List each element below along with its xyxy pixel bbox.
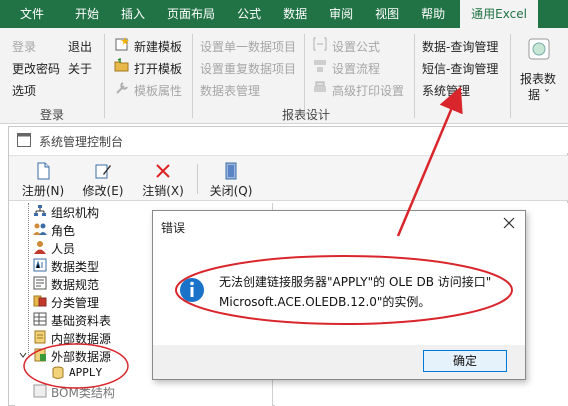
tab-home[interactable]: 开始 bbox=[64, 0, 110, 28]
ribbon-panel: 登录 退出 更改密码 关于 选项 登录 新建模板 打开模板 模板属性 设置单一数… bbox=[0, 28, 568, 124]
category-icon bbox=[33, 295, 47, 307]
modify-button[interactable]: 修改(E) bbox=[79, 160, 127, 200]
open-folder-icon bbox=[114, 58, 129, 72]
template-properties-button[interactable]: 模板属性 bbox=[134, 82, 182, 99]
close-label: 关闭(Q) bbox=[209, 184, 253, 198]
tree-item-label: 分类管理 bbox=[51, 296, 100, 310]
error-dialog: 错误 无法创建链接服务器"APPLY"的 OLE DB 访问接口" Micros… bbox=[152, 210, 526, 380]
modify-label: 修改(E) bbox=[82, 184, 124, 198]
group-separator bbox=[414, 34, 415, 118]
report-data-icon bbox=[528, 38, 550, 60]
tree-item-label: 角色 bbox=[51, 224, 76, 238]
dialog-title: 错误 bbox=[161, 221, 186, 235]
tree-item-label: 内部数据源 bbox=[51, 332, 112, 346]
error-message-line1: 无法创建链接服务器"APPLY"的 OLE DB 访问接口" bbox=[219, 275, 492, 289]
info-icon bbox=[180, 278, 204, 302]
login-button[interactable]: 登录 bbox=[12, 38, 36, 55]
options-button[interactable]: 选项 bbox=[12, 82, 36, 99]
window-icon bbox=[17, 133, 31, 147]
edit-icon bbox=[95, 164, 111, 179]
data-query-management-button[interactable]: 数据-查询管理 bbox=[422, 38, 498, 55]
external-database-icon bbox=[34, 348, 46, 362]
about-button[interactable]: 关于 bbox=[68, 60, 92, 77]
data-spec-icon bbox=[33, 276, 47, 290]
tree-item-label: 数据类型 bbox=[51, 260, 100, 274]
print-icon bbox=[314, 81, 326, 92]
wrench-icon bbox=[116, 82, 128, 94]
console-titlebar: 系统管理控制台 bbox=[9, 127, 568, 153]
change-password-button[interactable]: 更改密码 bbox=[12, 60, 60, 77]
database-icon bbox=[34, 330, 46, 344]
logout-button[interactable]: 退出 bbox=[68, 38, 92, 55]
delete-x-icon bbox=[156, 164, 170, 178]
system-management-button[interactable]: 系统管理 bbox=[422, 82, 470, 99]
dialog-body: 无法创建链接服务器"APPLY"的 OLE DB 访问接口" Microsoft… bbox=[153, 243, 525, 345]
set-repeat-data-item-button[interactable]: 设置重复数据项目 bbox=[200, 60, 296, 77]
tab-data[interactable]: 数据 bbox=[272, 0, 318, 28]
tab-general-excel[interactable]: 通用Excel bbox=[460, 0, 538, 28]
table-icon bbox=[33, 312, 47, 326]
bom-icon bbox=[33, 384, 47, 398]
tree-item-label: 数据规范 bbox=[51, 278, 100, 292]
sms-query-management-button[interactable]: 短信-查询管理 bbox=[422, 60, 498, 77]
org-chart-icon bbox=[34, 205, 46, 216]
group-separator bbox=[192, 34, 193, 118]
error-message-line2: Microsoft.ACE.OLEDB.12.0"的实例。 bbox=[219, 295, 431, 309]
data-table-management-button[interactable]: 数据表管理 bbox=[200, 82, 260, 99]
tab-formulas[interactable]: 公式 bbox=[226, 0, 272, 28]
unregister-button[interactable]: 注销(X) bbox=[139, 160, 187, 200]
set-formula-button[interactable]: 设置公式 bbox=[332, 38, 380, 55]
tab-file[interactable]: 文件 bbox=[0, 0, 64, 28]
new-document-icon bbox=[37, 162, 50, 180]
data-type-icon bbox=[33, 258, 47, 272]
dialog-footer: 确定 bbox=[153, 345, 525, 379]
register-button[interactable]: 注册(N) bbox=[19, 160, 67, 200]
toolbar-separator bbox=[197, 164, 198, 194]
tab-page-layout[interactable]: 页面布局 bbox=[156, 0, 226, 28]
console-title: 系统管理控制台 bbox=[39, 135, 124, 149]
users-icon bbox=[33, 223, 47, 235]
tab-review[interactable]: 审阅 bbox=[318, 0, 364, 28]
dialog-close-button[interactable] bbox=[501, 217, 517, 233]
tree-item-label: 基础资料表 bbox=[51, 314, 112, 328]
group-separator bbox=[510, 34, 511, 118]
register-label: 注册(N) bbox=[21, 184, 65, 198]
ok-button[interactable]: 确定 bbox=[423, 350, 507, 372]
tab-help[interactable]: 帮助 bbox=[410, 0, 456, 28]
database-cylinder-icon bbox=[52, 366, 64, 379]
group-separator bbox=[104, 34, 105, 118]
tree-item-label: 外部数据源 bbox=[51, 350, 112, 364]
advanced-print-settings-button[interactable]: 高级打印设置 bbox=[332, 82, 404, 99]
report-data-button[interactable]: 报表数 bbox=[520, 70, 556, 87]
set-single-data-item-button[interactable]: 设置单一数据项目 bbox=[200, 38, 296, 55]
new-template-button[interactable]: 新建模板 bbox=[134, 38, 182, 55]
report-design-group-label: 报表设计 bbox=[282, 108, 331, 122]
close-icon bbox=[503, 217, 515, 229]
unregister-label: 注销(X) bbox=[142, 184, 184, 198]
new-template-icon bbox=[115, 37, 129, 51]
login-group-label: 登录 bbox=[40, 108, 65, 122]
exit-door-icon bbox=[225, 162, 237, 180]
expand-chevron-icon[interactable] bbox=[19, 351, 27, 359]
tree-item-label: 人员 bbox=[51, 242, 76, 256]
report-data-dropdown[interactable]: 据 ˇ bbox=[528, 86, 550, 103]
ribbon-tabs: 文件 开始 插入 页面布局 公式 数据 审阅 视图 帮助 通用Excel bbox=[0, 0, 568, 28]
flow-icon bbox=[314, 60, 326, 72]
tree-item-label: APPLY bbox=[69, 366, 103, 379]
user-icon bbox=[34, 241, 46, 254]
tab-insert[interactable]: 插入 bbox=[110, 0, 156, 28]
set-flow-button[interactable]: 设置流程 bbox=[332, 60, 380, 77]
tree-item-label: BOM类结构 bbox=[51, 386, 115, 400]
tree-item-label: 组织机构 bbox=[51, 206, 100, 220]
tree-guide-line bbox=[28, 203, 29, 357]
formula-icon bbox=[313, 37, 327, 51]
close-button[interactable]: 关闭(Q) bbox=[207, 160, 255, 200]
open-template-button[interactable]: 打开模板 bbox=[134, 60, 182, 77]
tab-view[interactable]: 视图 bbox=[364, 0, 410, 28]
console-toolbar: 注册(N) 修改(E) 注销(X) 关闭(Q) bbox=[9, 155, 568, 201]
